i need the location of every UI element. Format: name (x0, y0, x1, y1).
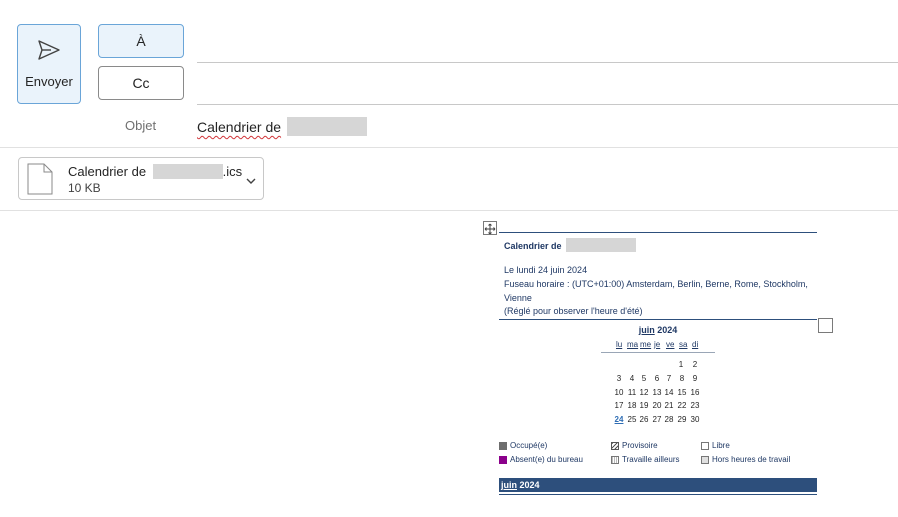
calendar-title-text: Calendrier de (504, 241, 562, 251)
day-cell[interactable]: 20 (651, 401, 663, 410)
month-bar-name: juin (501, 480, 517, 490)
calendar-date: Le lundi 24 juin 2024 (504, 265, 588, 275)
day-cell[interactable]: 1 (675, 360, 687, 369)
mini-month-header: juin 2024 (599, 325, 717, 335)
legend-swatch-oof (499, 455, 507, 464)
weekday-label: me (640, 340, 652, 349)
subject-field[interactable]: Calendrier de (197, 117, 367, 136)
day-cell[interactable]: 6 (651, 374, 663, 383)
day-cell[interactable]: 10 (613, 388, 625, 397)
weekday-label: ve (666, 340, 675, 349)
file-icon (27, 163, 53, 200)
chevron-down-icon[interactable] (245, 173, 257, 191)
legend-label: Travaille ailleurs (622, 455, 680, 464)
day-cell[interactable]: 29 (676, 415, 688, 424)
cell-select-box[interactable] (818, 318, 833, 333)
subject-text: Calendrier de (197, 119, 282, 135)
legend-label: Libre (712, 441, 730, 450)
legend-swatch-free (701, 441, 709, 450)
to-label: À (136, 33, 146, 49)
day-cell-today[interactable]: 24 (613, 415, 625, 424)
legend-elsewhere: Travaille ailleurs (611, 455, 680, 464)
cc-button[interactable]: Cc (98, 66, 184, 100)
day-cell[interactable]: 22 (676, 401, 688, 410)
legend-swatch-busy (499, 441, 507, 450)
legend-swatch-elsewhere (611, 455, 619, 464)
day-cell[interactable]: 21 (663, 401, 675, 410)
weekday-label: sa (679, 340, 688, 349)
weekday-label: ma (627, 340, 639, 349)
legend-label: Occupé(e) (510, 441, 548, 450)
day-cell[interactable]: 5 (638, 374, 650, 383)
day-cell[interactable]: 23 (689, 401, 701, 410)
cc-label: Cc (132, 75, 150, 91)
legend-label: Absent(e) du bureau (510, 455, 583, 464)
day-cell[interactable]: 27 (651, 415, 663, 424)
redacted-name (286, 117, 367, 136)
day-cell[interactable]: 16 (689, 388, 701, 397)
calendar-timezone: Fuseau horaire : (UTC+01:00) Amsterdam, … (504, 279, 808, 289)
calendar-dst-note: (Réglé pour observer l'heure d'été) (504, 306, 643, 316)
calendar-top-rule (499, 232, 817, 233)
legend-free: Libre (701, 441, 730, 450)
day-cell[interactable]: 4 (626, 374, 638, 383)
month-bar-year: 2024 (519, 480, 540, 490)
legend-tentative: Provisoire (611, 441, 658, 450)
day-cell[interactable]: 14 (663, 388, 675, 397)
weekday-label: lu (616, 340, 623, 349)
day-cell[interactable]: 28 (663, 415, 675, 424)
day-cell[interactable]: 19 (638, 401, 650, 410)
day-cell[interactable]: 17 (613, 401, 625, 410)
to-button[interactable]: À (98, 24, 184, 58)
calendar-bottom-rule (499, 494, 817, 495)
attachment-size: 10 KB (68, 181, 101, 195)
weekday-label: di (692, 340, 699, 349)
cc-field[interactable] (197, 104, 898, 105)
day-cell[interactable]: 25 (626, 415, 638, 424)
day-cell[interactable]: 8 (676, 374, 688, 383)
send-label: Envoyer (25, 74, 73, 89)
mini-month-year: 2024 (657, 325, 678, 335)
day-cell[interactable]: 26 (638, 415, 650, 424)
legend-label: Hors heures de travail (712, 455, 791, 464)
attachment-name-prefix: Calendrier de (68, 164, 147, 179)
legend-swatch-tentative (611, 441, 619, 450)
send-button[interactable]: Envoyer (17, 24, 81, 104)
day-cell[interactable]: 7 (663, 374, 675, 383)
legend-off-hours: Hors heures de travail (701, 455, 790, 464)
legend-oof: Absent(e) du bureau (499, 455, 583, 464)
day-cell[interactable]: 11 (626, 388, 638, 397)
day-cell[interactable]: 12 (638, 388, 650, 397)
redacted-name (152, 164, 223, 179)
legend-label: Provisoire (622, 441, 658, 450)
attachment-name: Calendrier de .ics (68, 164, 242, 179)
calendar-mid-rule (499, 319, 817, 320)
table-move-handle[interactable] (483, 221, 497, 235)
day-cell[interactable]: 18 (626, 401, 638, 410)
move-icon (484, 223, 496, 235)
day-cell[interactable]: 2 (689, 360, 701, 369)
day-cell[interactable]: 3 (613, 374, 625, 383)
legend-busy: Occupé(e) (499, 441, 547, 450)
month-header-bar: juin 2024 (499, 478, 817, 492)
attachment-card[interactable]: Calendrier de .ics 10 KB (18, 157, 264, 200)
redacted-name (566, 238, 637, 252)
to-field[interactable] (197, 62, 898, 63)
day-cell[interactable]: 13 (651, 388, 663, 397)
weekday-label: je (654, 340, 661, 349)
legend-swatch-off-hours (701, 455, 709, 464)
calendar-timezone-cont: Vienne (504, 293, 532, 303)
day-cell[interactable]: 15 (676, 388, 688, 397)
header-divider (0, 147, 898, 148)
mini-month-name: juin (638, 325, 655, 335)
subject-label: Objet (125, 118, 157, 133)
day-cell[interactable]: 9 (689, 374, 701, 383)
send-icon (37, 39, 61, 66)
day-cell[interactable]: 30 (689, 415, 701, 424)
attachment-extension: .ics (222, 164, 243, 179)
weekday-rule (601, 352, 715, 353)
attachment-divider (0, 210, 898, 211)
calendar-title: Calendrier de (504, 238, 637, 252)
